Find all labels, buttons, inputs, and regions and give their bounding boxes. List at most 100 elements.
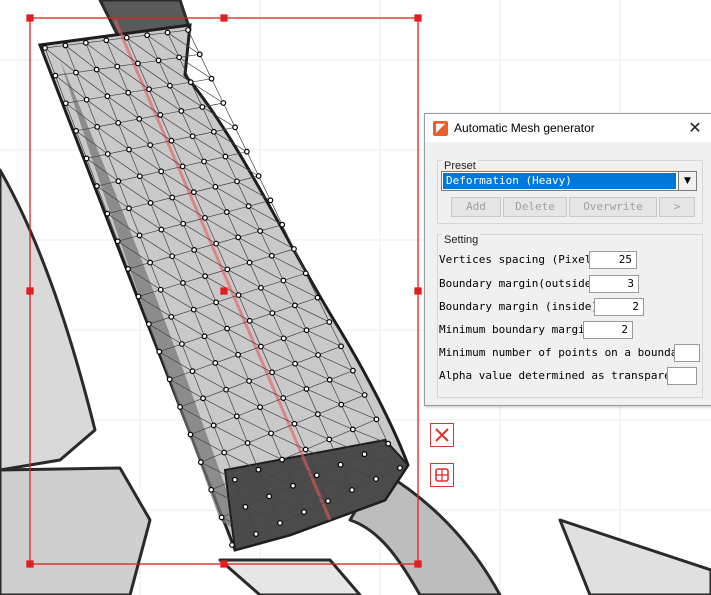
mesh-vertex[interactable] xyxy=(158,168,165,175)
cancel-mesh-button[interactable] xyxy=(430,423,454,447)
mesh-vertex[interactable] xyxy=(301,509,307,515)
mesh-vertex[interactable] xyxy=(246,378,252,384)
mesh-vertex[interactable] xyxy=(62,42,69,49)
mesh-vertex[interactable] xyxy=(385,440,392,447)
handle-bottom-center[interactable] xyxy=(220,560,228,568)
mesh-vertex[interactable] xyxy=(213,299,220,306)
mesh-vertex[interactable] xyxy=(337,461,344,468)
mesh-vertex[interactable] xyxy=(126,146,132,153)
handle-bottom-right[interactable] xyxy=(414,560,422,568)
close-button[interactable]: ✕ xyxy=(685,118,705,138)
mesh-vertex[interactable] xyxy=(168,137,175,144)
mesh-vertex[interactable] xyxy=(223,209,230,215)
mesh-vertex[interactable] xyxy=(292,302,298,309)
mesh-vertex[interactable] xyxy=(373,476,379,482)
mesh-vertex[interactable] xyxy=(180,220,187,227)
mesh-vertex[interactable] xyxy=(190,189,197,196)
mesh-vertex[interactable] xyxy=(210,422,217,429)
mesh-vertex[interactable] xyxy=(279,221,286,228)
mesh-vertex[interactable] xyxy=(164,29,171,36)
mesh-vertex[interactable] xyxy=(158,226,165,233)
mesh-vertex[interactable] xyxy=(210,128,217,135)
mesh-vertex[interactable] xyxy=(202,273,209,280)
mesh-vertex[interactable] xyxy=(235,292,242,298)
vertices-spacing-input[interactable]: 25 xyxy=(589,251,637,269)
delete-preset-button[interactable]: Delete xyxy=(503,197,567,217)
mesh-vertex[interactable] xyxy=(114,63,121,70)
mesh-vertex[interactable] xyxy=(196,51,203,58)
mesh-vertex[interactable] xyxy=(326,436,333,443)
mesh-vertex[interactable] xyxy=(291,246,297,252)
mesh-vertex[interactable] xyxy=(201,333,208,340)
mesh-vertex[interactable] xyxy=(303,327,310,334)
handle-middle-right[interactable] xyxy=(414,287,422,295)
handle-top-left[interactable] xyxy=(26,14,34,22)
mesh-vertex[interactable] xyxy=(397,465,403,471)
mesh-vertex[interactable] xyxy=(126,205,132,212)
mesh-vertex[interactable] xyxy=(94,183,100,189)
mesh-vertex[interactable] xyxy=(338,401,345,408)
mesh-vertex[interactable] xyxy=(136,116,143,122)
mesh-vertex[interactable] xyxy=(202,214,208,221)
mesh-vertex[interactable] xyxy=(257,404,263,411)
mesh-vertex[interactable] xyxy=(115,119,122,126)
mesh-vertex[interactable] xyxy=(115,178,122,185)
mesh-vertex[interactable] xyxy=(349,367,356,374)
mesh-vertex[interactable] xyxy=(176,54,183,61)
mesh-vertex[interactable] xyxy=(197,459,204,466)
minimum-points-input[interactable] xyxy=(674,344,700,362)
mesh-vertex[interactable] xyxy=(224,266,231,273)
mesh-vertex[interactable] xyxy=(93,66,100,73)
mesh-vertex[interactable] xyxy=(279,456,285,463)
mesh-vertex[interactable] xyxy=(146,86,152,93)
mesh-vertex[interactable] xyxy=(315,352,322,358)
mesh-vertex[interactable] xyxy=(178,108,185,114)
mesh-vertex[interactable] xyxy=(145,321,152,328)
mesh-vertex[interactable] xyxy=(52,72,59,79)
mesh-vertex[interactable] xyxy=(255,466,262,473)
mesh-vertex[interactable] xyxy=(180,280,186,286)
mesh-vertex[interactable] xyxy=(242,503,249,510)
mesh-vertex[interactable] xyxy=(257,228,264,234)
mesh-vertex[interactable] xyxy=(144,32,151,39)
mesh-vertex[interactable] xyxy=(200,395,206,402)
mesh-vertex[interactable] xyxy=(208,75,215,82)
boundary-margin-inside-input[interactable]: 2 xyxy=(594,298,644,316)
handle-top-right[interactable] xyxy=(414,14,422,22)
mesh-vertex[interactable] xyxy=(104,151,111,157)
mesh-vertex[interactable] xyxy=(73,69,79,76)
mesh-vertex[interactable] xyxy=(177,404,183,410)
mesh-vertex[interactable] xyxy=(290,482,296,489)
minimum-boundary-margin-input[interactable]: 2 xyxy=(583,321,633,339)
mesh-vertex[interactable] xyxy=(190,306,197,313)
mesh-vertex[interactable] xyxy=(253,531,259,537)
mesh-vertex[interactable] xyxy=(199,104,206,110)
mesh-vertex[interactable] xyxy=(222,153,229,160)
preset-more-button[interactable]: > xyxy=(659,197,695,217)
mesh-vertex[interactable] xyxy=(234,178,240,185)
add-preset-button[interactable]: Add xyxy=(451,197,501,217)
alpha-transparent-input[interactable] xyxy=(667,367,697,385)
mesh-vertex[interactable] xyxy=(326,319,333,325)
mesh-vertex[interactable] xyxy=(208,486,215,493)
mesh-vertex[interactable] xyxy=(221,449,228,456)
mesh-vertex[interactable] xyxy=(258,284,264,291)
mesh-vertex[interactable] xyxy=(135,293,142,300)
mesh-vertex[interactable] xyxy=(73,127,80,134)
mesh-vertex[interactable] xyxy=(123,34,130,41)
handle-center[interactable] xyxy=(220,287,228,295)
mesh-vertex[interactable] xyxy=(280,335,287,342)
mesh-vertex[interactable] xyxy=(303,386,310,392)
mesh-vertex[interactable] xyxy=(167,82,173,89)
chevron-down-icon[interactable]: ▼ xyxy=(678,172,696,190)
mesh-vertex[interactable] xyxy=(258,343,264,350)
mesh-vertex[interactable] xyxy=(168,313,175,320)
mesh-vertex[interactable] xyxy=(114,238,121,245)
mesh-vertex[interactable] xyxy=(62,100,69,107)
mesh-vertex[interactable] xyxy=(157,286,164,293)
mesh-vertex[interactable] xyxy=(103,37,110,44)
mesh-vertex[interactable] xyxy=(187,431,194,438)
mesh-vertex[interactable] xyxy=(147,200,154,206)
mesh-vertex[interactable] xyxy=(42,45,48,51)
mesh-vertex[interactable] xyxy=(157,112,164,118)
